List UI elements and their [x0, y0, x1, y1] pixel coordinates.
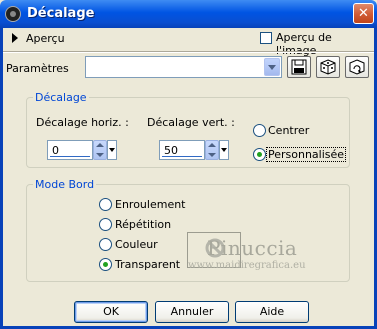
cancel-button[interactable]: Annuler: [155, 301, 229, 323]
expand-triangle-icon[interactable]: [12, 33, 18, 43]
transparent-radio[interactable]: [99, 258, 112, 271]
ok-button[interactable]: OK: [74, 301, 148, 323]
image-preview-checkbox[interactable]: [260, 32, 272, 44]
center-label[interactable]: Centrer: [268, 124, 309, 137]
horizontal-offset-label: Décalage horiz. :: [36, 116, 129, 129]
reset-button[interactable]: [345, 56, 369, 78]
random-button[interactable]: [316, 56, 340, 78]
vertical-offset-input[interactable]: 50: [159, 140, 205, 160]
save-preset-button[interactable]: [287, 56, 311, 78]
preview-toggle-label[interactable]: Aperçu: [26, 32, 65, 45]
repeat-radio[interactable]: [99, 218, 112, 231]
watermark-name: Pinuccia: [207, 236, 298, 260]
spin-down-icon[interactable]: [208, 153, 216, 157]
horizontal-offset-spinner[interactable]: [93, 140, 107, 160]
horizontal-offset-input[interactable]: 0: [47, 140, 93, 160]
custom-label[interactable]: Personnalisée: [266, 147, 347, 162]
custom-radio[interactable]: [253, 148, 266, 161]
parameters-label: Paramètres: [6, 62, 69, 75]
edge-mode-group-legend: Mode Bord: [33, 178, 97, 191]
offset-group-legend: Décalage: [33, 91, 89, 104]
close-button[interactable]: ✕: [353, 3, 374, 24]
spin-down-icon[interactable]: [96, 153, 104, 157]
preset-combo[interactable]: [85, 56, 282, 78]
app-icon: [5, 6, 21, 22]
wrap-radio[interactable]: [99, 198, 112, 211]
separator: [3, 51, 374, 53]
title-bar[interactable]: Décalage ✕: [0, 0, 377, 28]
window-border-left: [0, 28, 3, 329]
color-radio[interactable]: [99, 238, 112, 251]
input-underline: [50, 156, 90, 157]
chevron-down-icon[interactable]: [264, 58, 280, 76]
spin-up-icon[interactable]: [96, 143, 104, 147]
wrap-label[interactable]: Enroulement: [115, 198, 186, 211]
color-label[interactable]: Couleur: [115, 238, 158, 251]
input-underline: [162, 156, 202, 157]
vertical-offset-spinner[interactable]: [205, 140, 219, 160]
vertical-offset-label: Décalage vert. :: [147, 116, 235, 129]
watermark-url: www.maidiregrafica.eu: [188, 260, 306, 271]
help-button[interactable]: Aide: [235, 301, 309, 323]
spin-up-icon[interactable]: [208, 143, 216, 147]
preview-row: Aperçu Aperçu de l'image: [3, 28, 374, 57]
window-title: Décalage: [27, 6, 95, 21]
center-radio[interactable]: [253, 124, 266, 137]
horizontal-offset-dropdown[interactable]: [107, 140, 117, 160]
vertical-offset-dropdown[interactable]: [219, 140, 229, 160]
image-preview-label[interactable]: Aperçu de l'image: [276, 31, 374, 57]
repeat-label[interactable]: Répétition: [115, 218, 171, 231]
floppy-disk-icon: [291, 59, 307, 75]
reset-dice-icon: [349, 59, 365, 75]
transparent-label[interactable]: Transparent: [115, 258, 180, 271]
dice-icon: [320, 59, 336, 75]
